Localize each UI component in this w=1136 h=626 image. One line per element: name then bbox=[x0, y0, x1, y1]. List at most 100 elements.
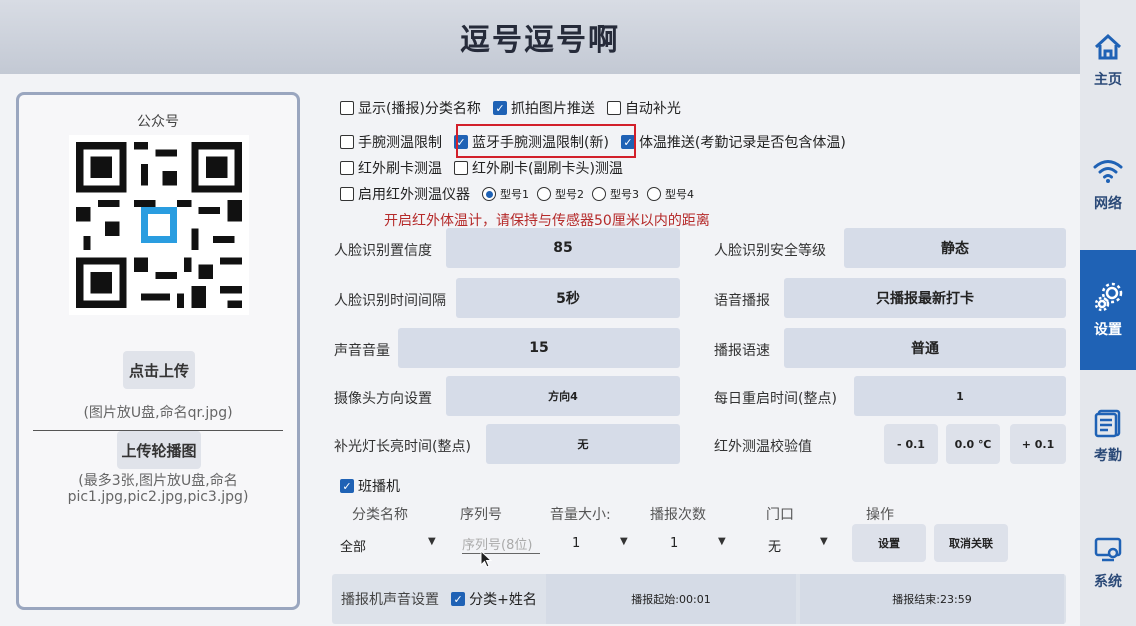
show-category-checkbox[interactable] bbox=[340, 101, 354, 115]
cursor-icon bbox=[480, 550, 492, 568]
restart-label: 每日重启时间(整点) bbox=[714, 391, 837, 407]
door-caret-icon[interactable]: ▼ bbox=[820, 536, 828, 547]
options-row-3: 红外刷卡测温 红外刷卡(副刷卡头)测温 bbox=[340, 158, 631, 178]
model-2-radio[interactable] bbox=[537, 187, 551, 201]
model-4-radio[interactable] bbox=[647, 187, 661, 201]
set-button[interactable]: 设置 bbox=[852, 524, 926, 562]
ir-card-sub-temp-label: 红外刷卡(副刷卡头)测温 bbox=[472, 161, 623, 177]
options-row-4: 启用红外测温仪器 型号1 型号2 型号3 型号4 bbox=[340, 184, 698, 204]
nav-label-settings: 设置 bbox=[1094, 322, 1122, 338]
nav-sidebar: 主页 网络 设置 考勤 系统 bbox=[1080, 0, 1136, 626]
times-caret-icon[interactable]: ▼ bbox=[718, 536, 726, 547]
gears-icon bbox=[1094, 282, 1123, 312]
qr-code bbox=[69, 135, 249, 315]
voice-label: 语音播报 bbox=[714, 293, 770, 309]
header: 逗号逗号啊 bbox=[0, 0, 1080, 74]
ir-warning-text: 开启红外体温计，请保持与传感器50厘米以内的距离 bbox=[384, 213, 710, 229]
col-times: 播报次数 bbox=[650, 507, 706, 523]
fill-light-select[interactable]: 无 bbox=[486, 424, 680, 464]
settings-main: 公众号 点击上传 (图片放U盘,命名qr.jpg) 上传轮播图 (最多3张,图片… bbox=[0, 74, 1080, 626]
restart-field[interactable]: 1 bbox=[854, 376, 1066, 416]
home-icon bbox=[1094, 33, 1122, 60]
broadcaster-sound-bar: 播报机声音设置 ✓ 分类+姓名 播报起始:00:01 播报结束:23:59 bbox=[332, 574, 1066, 624]
model-1-radio[interactable] bbox=[482, 187, 496, 201]
col-category: 分类名称 bbox=[352, 507, 408, 523]
nav-item-system[interactable]: 系统 bbox=[1080, 502, 1136, 622]
security-level-label: 人脸识别安全等级 bbox=[714, 243, 826, 259]
category-name-label: 分类+姓名 bbox=[469, 592, 537, 608]
model-4-label: 型号4 bbox=[665, 188, 694, 201]
nav-label-attendance: 考勤 bbox=[1094, 448, 1122, 464]
qr-panel: 公众号 点击上传 (图片放U盘,命名qr.jpg) 上传轮播图 (最多3张,图片… bbox=[16, 92, 300, 610]
temp-push-label: 体温推送(考勤记录是否包含体温) bbox=[638, 135, 846, 151]
serial-input[interactable]: 序列号(8位) bbox=[462, 534, 540, 554]
door-select[interactable]: 无 bbox=[768, 536, 781, 555]
category-name-checkbox[interactable]: ✓ bbox=[451, 592, 466, 606]
wrist-temp-limit-checkbox[interactable] bbox=[340, 135, 354, 149]
ir-calib-label: 红外测温校验值 bbox=[714, 439, 812, 455]
ir-card-temp-checkbox[interactable] bbox=[340, 161, 354, 175]
model-1-label: 型号1 bbox=[500, 188, 529, 201]
volume-field[interactable]: 15 bbox=[398, 328, 680, 368]
camera-label: 摄像头方向设置 bbox=[334, 391, 432, 407]
voice-select[interactable]: 只播报最新打卡 bbox=[784, 278, 1066, 318]
confidence-label: 人脸识别置信度 bbox=[334, 243, 432, 259]
category-name-option[interactable]: ✓ 分类+姓名 bbox=[444, 574, 544, 624]
wifi-icon bbox=[1093, 160, 1123, 183]
nav-label-home: 主页 bbox=[1094, 72, 1122, 88]
nav-item-home[interactable]: 主页 bbox=[1080, 0, 1136, 120]
ir-card-sub-temp-checkbox[interactable] bbox=[454, 161, 468, 175]
ir-card-temp-label: 红外刷卡测温 bbox=[358, 161, 442, 177]
col-volume: 音量大小: bbox=[550, 507, 611, 523]
unlink-button[interactable]: 取消关联 bbox=[934, 524, 1008, 562]
security-level-select[interactable]: 静态 bbox=[844, 228, 1066, 268]
broadcast-end-field[interactable]: 播报结束:23:59 bbox=[800, 574, 1064, 624]
snapshot-push-checkbox[interactable]: ✓ bbox=[492, 101, 507, 115]
confidence-field[interactable]: 85 bbox=[446, 228, 680, 268]
ir-instrument-label: 启用红外测温仪器 bbox=[358, 187, 470, 203]
ir-instrument-checkbox[interactable] bbox=[340, 187, 354, 201]
interval-label: 人脸识别时间间隔 bbox=[334, 293, 446, 309]
volume-caret-icon[interactable]: ▼ bbox=[620, 536, 628, 547]
category-caret-icon[interactable]: ▼ bbox=[428, 536, 436, 547]
options-row-1: 显示(播报)分类名称 ✓ 抓拍图片推送 自动补光 bbox=[340, 98, 689, 118]
fill-light-label: 补光灯长亮时间(整点) bbox=[334, 439, 471, 455]
upload-qr-button[interactable]: 点击上传 bbox=[123, 351, 195, 389]
nav-label-system: 系统 bbox=[1094, 574, 1122, 590]
col-action: 操作 bbox=[866, 507, 894, 523]
ir-calib-value: 0.0 ℃ bbox=[946, 424, 1000, 464]
broadcaster-sound-label: 播报机声音设置 bbox=[341, 592, 439, 608]
wrist-temp-limit-label: 手腕测温限制 bbox=[358, 135, 442, 151]
attendance-icon bbox=[1094, 409, 1121, 438]
system-icon bbox=[1094, 537, 1122, 562]
nav-item-network[interactable]: 网络 bbox=[1080, 124, 1136, 244]
upload-carousel-button[interactable]: 上传轮播图 bbox=[117, 431, 201, 469]
nav-item-settings[interactable]: 设置 bbox=[1080, 250, 1136, 370]
camera-select[interactable]: 方向4 bbox=[446, 376, 680, 416]
times-select[interactable]: 1 bbox=[670, 536, 678, 551]
class-device-row: ✓ 班播机 bbox=[340, 476, 408, 496]
speed-label: 播报语速 bbox=[714, 343, 770, 359]
model-3-label: 型号3 bbox=[610, 188, 639, 201]
broadcast-start-field[interactable]: 播报起始:00:01 bbox=[546, 574, 796, 624]
auto-fill-light-checkbox[interactable] bbox=[606, 101, 621, 115]
model-3-radio[interactable] bbox=[592, 187, 606, 201]
page-title: 逗号逗号啊 bbox=[460, 23, 620, 58]
auto-fill-light-label: 自动补光 bbox=[624, 101, 681, 117]
ir-calib-minus-button[interactable]: - 0.1 bbox=[884, 424, 938, 464]
carousel-hint-2: pic1.jpg,pic2.jpg,pic3.jpg) bbox=[67, 489, 249, 505]
ir-calib-plus-button[interactable]: + 0.1 bbox=[1010, 424, 1066, 464]
col-door: 门口 bbox=[766, 507, 794, 523]
nav-item-attendance[interactable]: 考勤 bbox=[1080, 376, 1136, 496]
model-2-label: 型号2 bbox=[555, 188, 584, 201]
volume-select[interactable]: 1 bbox=[572, 536, 580, 551]
show-category-label: 显示(播报)分类名称 bbox=[358, 101, 481, 117]
interval-field[interactable]: 5秒 bbox=[456, 278, 680, 318]
category-select[interactable]: 全部 bbox=[340, 536, 366, 555]
class-device-checkbox[interactable]: ✓ bbox=[340, 479, 354, 493]
qr-panel-title: 公众号 bbox=[137, 114, 179, 130]
class-device-label: 班播机 bbox=[358, 479, 400, 495]
upload-qr-hint: (图片放U盘,命名qr.jpg) bbox=[83, 405, 233, 421]
col-serial: 序列号 bbox=[460, 507, 502, 523]
speed-select[interactable]: 普通 bbox=[784, 328, 1066, 368]
